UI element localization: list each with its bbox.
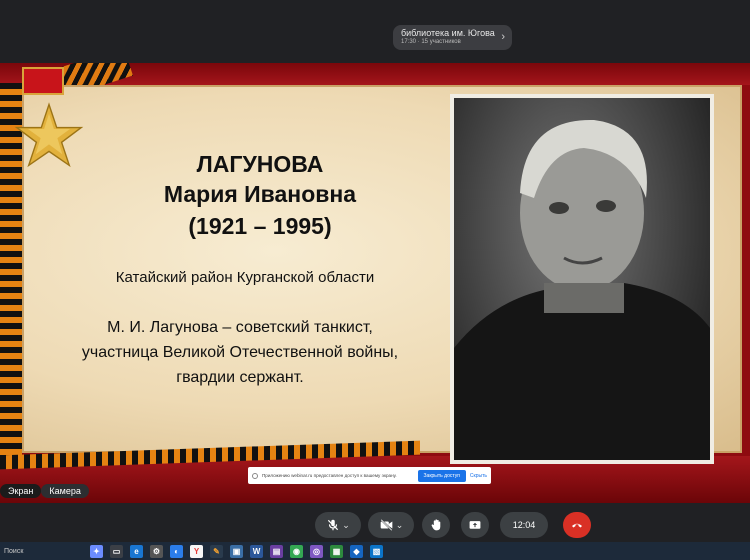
share-screen-button[interactable] [461, 512, 489, 538]
hang-up-button[interactable] [563, 512, 591, 538]
app-icon[interactable]: ◐ [170, 544, 183, 558]
slide-given-name: Мария Ивановна [163, 181, 357, 207]
notepad-icon[interactable]: ▤ [270, 544, 283, 558]
game-icon[interactable]: ◆ [350, 544, 363, 558]
microphone-button[interactable]: ⌄ [315, 512, 361, 538]
screen-share-icon [469, 520, 481, 529]
call-toolbar: ⌄ ⌄ 12:04 [0, 508, 750, 542]
word-icon[interactable]: W [250, 544, 263, 558]
stop-sharing-button[interactable]: Закрыть доступ [417, 469, 466, 482]
slide-bio-line: участница Великой Отечественной войны, [81, 344, 399, 361]
taskbar-search[interactable]: Поиск [0, 548, 90, 555]
windows-taskbar: Поиск ✦ ▭ e ⚙ ◐ Y ✎ ▣ W ▤ ◉ ◎ ▦ ◆ ▧ [0, 542, 750, 560]
edge-icon[interactable]: e [130, 544, 143, 558]
phone-hangup-icon [572, 523, 582, 528]
video-call-window: библиотека им. Югова 17:30 · 15 участник… [0, 0, 750, 560]
pencil-icon[interactable]: ✎ [210, 544, 223, 558]
slide-surname: ЛАГУНОВА [196, 151, 324, 177]
shared-screen-slide: ЛАГУНОВА Мария Ивановна (1921 – 1995) Ка… [0, 63, 750, 503]
meeting-subtitle: 17:30 · 15 участников [401, 39, 461, 45]
camera-off-icon [380, 519, 393, 531]
copilot-icon[interactable]: ✦ [90, 544, 103, 558]
meeting-title: библиотека им. Югова [401, 28, 495, 38]
chevron-right-icon: › [501, 31, 505, 43]
microphone-off-icon [328, 519, 339, 531]
portrait-image [454, 98, 710, 460]
meeting-info-pill[interactable]: библиотека им. Югова 17:30 · 15 участник… [393, 25, 512, 50]
chevron-down-icon: ⌄ [342, 519, 350, 530]
chrome-icon[interactable]: ◉ [290, 544, 303, 558]
disk-icon[interactable]: ◎ [310, 544, 323, 558]
source-switch: Экран Камера [0, 484, 89, 498]
hand-icon [431, 519, 440, 531]
portrait-photo [450, 94, 714, 464]
maps-icon[interactable]: ▧ [370, 544, 383, 558]
yandex-icon[interactable]: Y [190, 544, 203, 558]
raise-hand-button[interactable] [422, 512, 450, 538]
medal-ribbon-bar [22, 67, 64, 95]
chevron-down-icon: ⌄ [395, 519, 404, 530]
slide-bio-line: М. И. Лагунова – советский танкист, [107, 319, 373, 336]
store-icon[interactable]: ▦ [330, 544, 343, 558]
info-icon [252, 472, 258, 479]
camera-source-button[interactable]: Камера [41, 484, 89, 498]
hide-notice-link[interactable]: Скрыть [470, 473, 487, 479]
task-view-icon[interactable]: ▭ [110, 544, 123, 558]
slide-years: (1921 – 1995) [188, 213, 332, 239]
screen-share-notice: Приложению webinar.ru предоставлен досту… [248, 467, 491, 484]
camera-button[interactable]: ⌄ [368, 512, 414, 538]
call-timer: 12:04 [500, 512, 548, 538]
screen-source-button[interactable]: Экран [0, 484, 42, 498]
slide-region: Катайский район Курганской области [115, 269, 375, 286]
settings-icon[interactable]: ⚙ [150, 544, 163, 558]
gold-star-medal-icon [14, 102, 84, 168]
slide-bio-line: гвардии сержант. [176, 369, 304, 386]
photo-icon[interactable]: ▣ [230, 544, 243, 558]
screen-share-notice-text: Приложению webinar.ru предоставлен досту… [262, 473, 397, 478]
